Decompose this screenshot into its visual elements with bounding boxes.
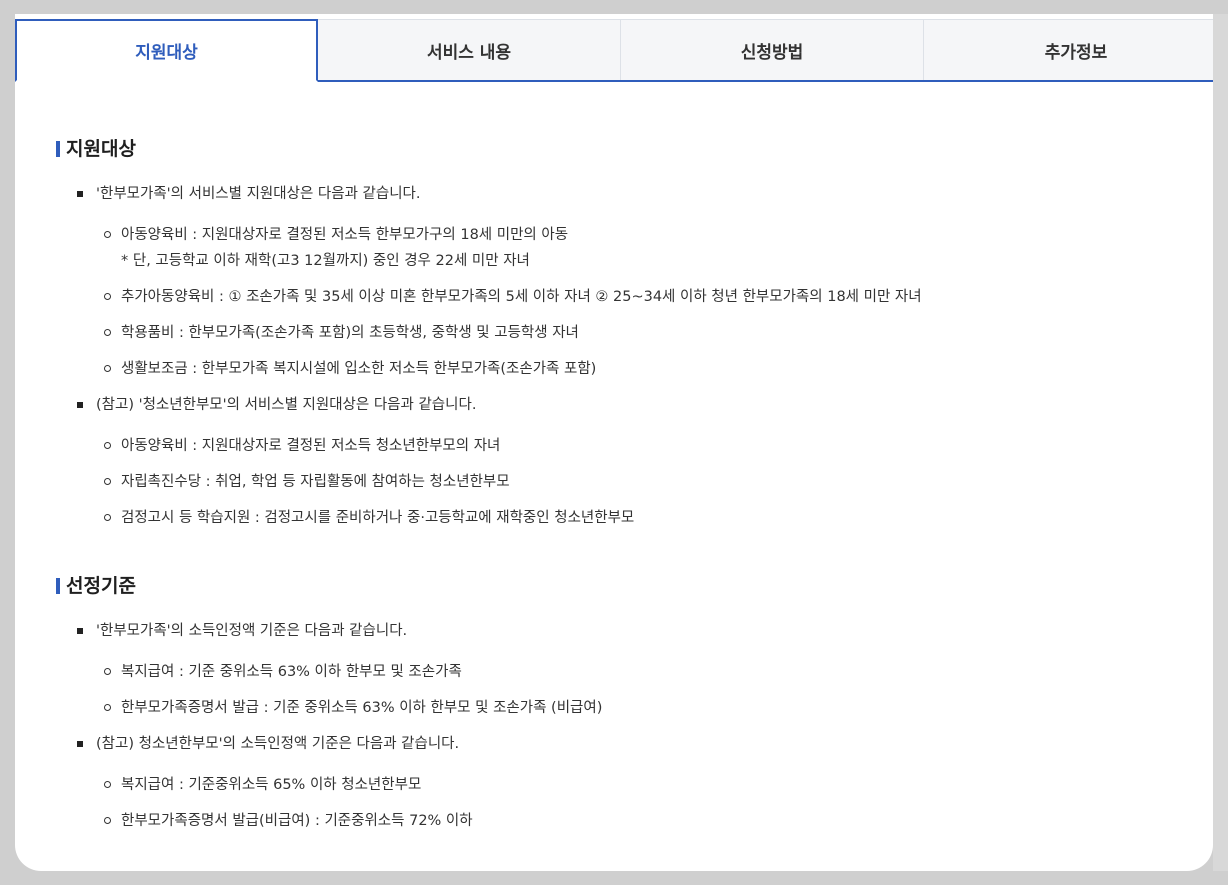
list-item-note: * 단, 고등학교 이하 재학(고3 12월까지) 중인 경우 22세 미만 자… <box>121 253 530 269</box>
content-card: 지원대상 서비스 내용 신청방법 추가정보 지원대상 '한부모가족'의 서비스별… <box>15 14 1213 871</box>
section-title-eligibility: 지원대상 <box>56 138 136 160</box>
section-title-criteria: 선정기준 <box>56 575 136 597</box>
scrollbar-track[interactable] <box>1213 14 1228 871</box>
list-item: 한부모가족증명서 발급(비급여) : 기준중위소득 72% 이하 <box>104 808 473 834</box>
list-item-text: 아동양육비 : 지원대상자로 결정된 저소득 한부모가구의 18세 미만의 아동 <box>121 227 569 243</box>
list-item: 검정고시 등 학습지원 : 검정고시를 준비하거나 중·고등학교에 재학중인 청… <box>103 505 634 531</box>
list-item: 아동양육비 : 지원대상자로 결정된 저소득 청소년한부모의 자녀 <box>103 433 500 459</box>
list-item: '한부모가족'의 서비스별 지원대상은 다음과 같습니다. <box>77 186 421 202</box>
list-item: (참고) '청소년한부모'의 서비스별 지원대상은 다음과 같습니다. <box>76 397 477 413</box>
list-item: 추가아동양육비 : ① 조손가족 및 35세 이상 미혼 한부모가족의 5세 이… <box>104 284 922 310</box>
tab-bar: 지원대상 서비스 내용 신청방법 추가정보 <box>15 19 1213 82</box>
list-item: (참고) 청소년한부모'의 소득인정액 기준은 다음과 같습니다. <box>76 736 460 752</box>
tab-application-method[interactable]: 신청방법 <box>621 19 924 80</box>
list-item: 아동양육비 : 지원대상자로 결정된 저소득 한부모가구의 18세 미만의 아동… <box>103 222 569 274</box>
tab-eligibility[interactable]: 지원대상 <box>15 19 318 82</box>
list-item: 한부모가족증명서 발급 : 기준 중위소득 63% 이하 한부모 및 조손가족 … <box>103 695 602 721</box>
tab-service-content[interactable]: 서비스 내용 <box>318 19 621 80</box>
list-item: 자립촉진수당 : 취업, 학업 등 자립활동에 참여하는 청소년한부모 <box>104 469 510 495</box>
list-item: 학용품비 : 한부모가족(조손가족 포함)의 초등학생, 중학생 및 고등학생 … <box>104 320 579 346</box>
list-item: 복지급여 : 기준중위소득 65% 이하 청소년한부모 <box>103 772 421 798</box>
list-item: '한부모가족'의 소득인정액 기준은 다음과 같습니다. <box>76 623 408 639</box>
list-item: 생활보조금 : 한부모가족 복지시설에 입소한 저소득 한부모가족(조손가족 포… <box>103 356 596 382</box>
tab-additional-info[interactable]: 추가정보 <box>924 19 1213 80</box>
list-item: 복지급여 : 기준 중위소득 63% 이하 한부모 및 조손가족 <box>104 659 462 685</box>
